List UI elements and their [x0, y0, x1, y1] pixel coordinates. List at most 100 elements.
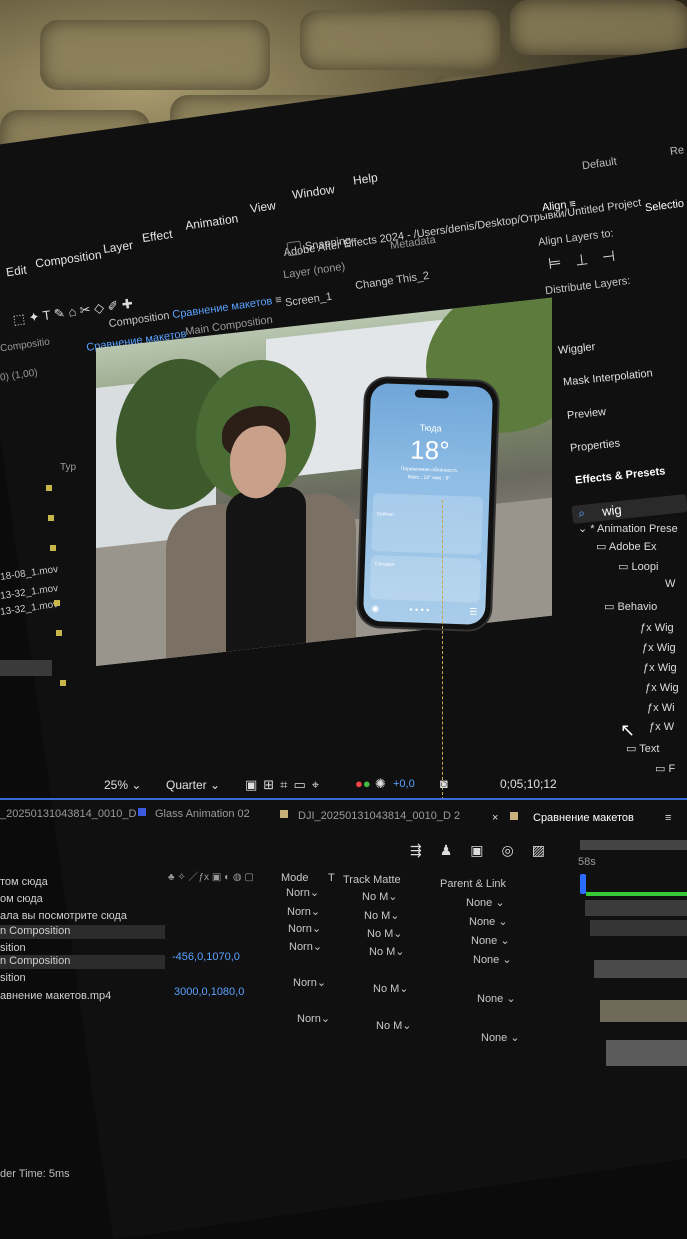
phone-mockup[interactable]: Тюда 18° Переменная облачность Макс.: 19…	[357, 377, 499, 631]
exposure-value[interactable]: +0,0	[393, 778, 415, 790]
layer-name[interactable]: ала вы посмотрите сюда	[0, 910, 127, 926]
layer-name[interactable]: n Composition	[0, 925, 70, 941]
tree-item[interactable]: ▭ Text	[626, 742, 659, 755]
tree-item[interactable]: ƒx Wig	[645, 682, 679, 694]
layer-name[interactable]: авнение макетов.mp4	[0, 990, 111, 1006]
tree-item[interactable]: ▭ Loopi	[618, 560, 658, 573]
layer-bar[interactable]	[600, 1000, 687, 1022]
brick	[40, 20, 270, 90]
parent-dropdown[interactable]: None ⌄	[469, 915, 508, 928]
label-color-swatch[interactable]	[60, 680, 66, 686]
tree-item[interactable]: W	[665, 578, 675, 590]
mouse-cursor-icon: ↖	[620, 720, 636, 740]
mode-value: Norn	[297, 1013, 321, 1025]
tree-item[interactable]: ▭ F	[655, 762, 675, 775]
mode-dropdown[interactable]: Norn⌄	[297, 1012, 330, 1025]
layer-name[interactable]: том сюда	[0, 876, 48, 892]
layer-bar[interactable]	[594, 960, 687, 978]
mode-dropdown[interactable]: Norn⌄	[289, 940, 322, 953]
matte-dropdown[interactable]: No M⌄	[364, 909, 400, 922]
timeline-tab[interactable]: DJI_20250131043814_0010_D 2	[298, 810, 460, 822]
fx-icon: ƒx	[642, 642, 654, 654]
playhead[interactable]	[580, 874, 586, 894]
dynamic-island	[414, 389, 449, 399]
layer-bar[interactable]	[606, 1040, 687, 1066]
timeline-tab[interactable]: Glass Animation 02	[155, 808, 250, 820]
label-color-swatch[interactable]	[54, 600, 60, 606]
selected-project-row[interactable]	[0, 660, 52, 676]
close-icon[interactable]: ×	[492, 812, 498, 824]
tree-item[interactable]: ⌄ * Animation Prese	[578, 522, 678, 535]
position-value[interactable]: -456,0,1070,0	[172, 951, 240, 963]
layer-name[interactable]: ом сюда	[0, 893, 43, 909]
tree-item[interactable]: ƒx Wig	[643, 662, 677, 674]
tree-item-label: Adobe Ex	[608, 541, 657, 553]
folder-icon: ▭	[604, 601, 615, 613]
menu-icon[interactable]: ≡	[569, 198, 577, 211]
matte-dropdown[interactable]: No M⌄	[373, 982, 409, 995]
mode-dropdown[interactable]: Norn⌄	[293, 976, 326, 989]
tree-item[interactable]: ƒx Wi	[647, 702, 675, 714]
time-ruler[interactable]	[580, 840, 687, 850]
parent-dropdown[interactable]: None ⌄	[477, 992, 516, 1005]
tree-item[interactable]: ƒx Wig	[640, 622, 674, 634]
mode-value: Norn	[286, 887, 310, 899]
tree-item-label: Wig	[656, 642, 676, 654]
label-color-swatch[interactable]	[56, 630, 62, 636]
color-channel-icon[interactable]: ●●	[355, 776, 371, 791]
zoom-dropdown[interactable]: 25% ⌄	[104, 778, 141, 792]
matte-dropdown[interactable]: No M⌄	[369, 945, 405, 958]
mode-dropdown[interactable]: Norn⌄	[288, 922, 321, 935]
timeline-tool-icons[interactable]: ⇶♟▣◎▨	[410, 842, 563, 859]
layer-bar[interactable]	[585, 900, 687, 916]
parent-value: None	[477, 993, 504, 1005]
mode-dropdown[interactable]: Norn⌄	[286, 886, 319, 899]
label-color-swatch[interactable]	[50, 545, 56, 551]
folder-icon: ▭	[618, 561, 629, 573]
resolution-dropdown[interactable]: Quarter ⌄	[166, 778, 220, 792]
parent-dropdown[interactable]: None ⌄	[481, 1031, 520, 1044]
position-value[interactable]: 3000,0,1080,0	[174, 986, 244, 998]
tree-item[interactable]: ƒx Wig	[642, 642, 676, 654]
resolution-value: Quarter	[166, 778, 207, 792]
parent-dropdown[interactable]: None ⌄	[471, 934, 510, 947]
menu-icon[interactable]: ≡	[665, 812, 671, 824]
parent-value: None	[466, 897, 493, 909]
timeline-tab-active[interactable]: Сравнение макетов	[533, 812, 634, 824]
tree-item[interactable]: ▭ Adobe Ex	[596, 540, 657, 553]
daily-today: Сегодня	[374, 561, 395, 568]
fx-icon: ƒx	[649, 721, 661, 733]
tree-item-label: Wig	[659, 682, 679, 694]
zoom-value: 25%	[104, 778, 129, 792]
matte-dropdown[interactable]: No M⌄	[376, 1019, 412, 1032]
tree-item[interactable]: ƒx W	[649, 721, 674, 733]
mode-dropdown[interactable]: Norn⌄	[287, 905, 320, 918]
checkbox-icon[interactable]	[286, 240, 303, 257]
work-area-bar[interactable]	[586, 892, 687, 896]
matte-dropdown[interactable]: No M⌄	[362, 890, 398, 903]
timeline-tab[interactable]: _20250131043814_0010_D	[0, 808, 136, 820]
menu-item-edit[interactable]: Edit	[5, 263, 27, 280]
fx-icon: ƒx	[640, 622, 652, 634]
layer-name[interactable]: n Composition	[0, 955, 70, 971]
tab-color-swatch	[280, 810, 288, 818]
layer-bar[interactable]	[590, 920, 687, 936]
parent-dropdown[interactable]: None ⌄	[466, 896, 505, 909]
header-track-matte: Track Matte	[343, 874, 401, 886]
map-icon: ◉	[371, 603, 380, 614]
timecode[interactable]: 0;05;10;12	[500, 777, 557, 791]
label-color-swatch[interactable]	[48, 515, 54, 521]
parent-dropdown[interactable]: None ⌄	[473, 953, 512, 966]
chevron-down-icon[interactable]: ⌄	[578, 523, 587, 535]
fx-icon: ƒx	[643, 662, 655, 674]
label-color-swatch[interactable]	[46, 485, 52, 491]
list-icon: ☰	[469, 606, 478, 617]
header-t: T	[328, 872, 335, 884]
tree-item-label: F	[668, 763, 676, 775]
tree-item[interactable]: ▭ Behavio	[604, 600, 657, 613]
viewer-tool-icons[interactable]: ▣⊞⌗▭⌖	[245, 777, 325, 793]
workspace-more[interactable]: Re	[669, 144, 685, 158]
exposure-icon[interactable]: ✺	[375, 776, 386, 792]
camera-icon[interactable]: ◙	[440, 776, 448, 791]
matte-dropdown[interactable]: No M⌄	[367, 927, 403, 940]
